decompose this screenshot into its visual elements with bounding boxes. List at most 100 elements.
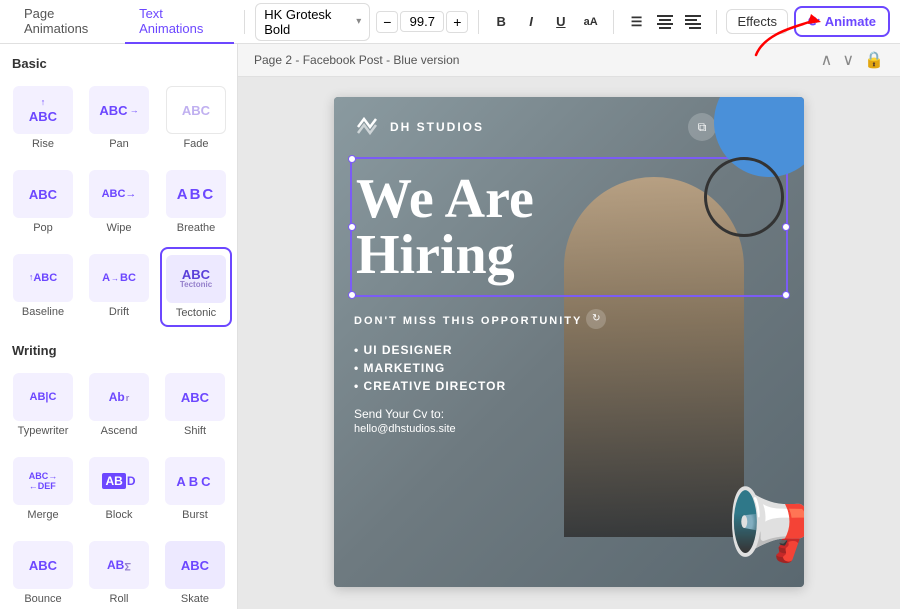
- writing-animations-grid: AB|C Typewriter Abr Ascend ABC Shift: [8, 366, 229, 609]
- ascend-preview: Abr: [89, 373, 149, 421]
- animation-roll[interactable]: ABΣ Roll: [84, 534, 154, 609]
- email-address: hello@dhstudios.site: [354, 423, 784, 435]
- animation-rise[interactable]: ↑ ABC Rise: [8, 79, 78, 157]
- page-nav-controls: ∧ ∨ 🔒: [821, 50, 884, 70]
- left-panel: Basic ↑ ABC Rise ABC→ Pan: [0, 44, 238, 609]
- deco-circle-outline: [704, 157, 784, 237]
- align-center-icon: [657, 15, 673, 29]
- drift-preview: A→BC: [89, 254, 149, 302]
- divider-4: [716, 10, 717, 34]
- canvas-area: Page 2 - Facebook Post - Blue version ∧ …: [238, 44, 900, 609]
- font-name-label: HK Grotesk Bold: [264, 7, 352, 37]
- font-size-increase[interactable]: +: [446, 11, 468, 33]
- animate-button[interactable]: ⟳ Animate: [794, 6, 890, 37]
- writing-section-label: Writing: [8, 343, 229, 358]
- rise-preview: ↑ ABC: [13, 86, 73, 134]
- burst-preview: ABC: [165, 457, 225, 505]
- roll-label: Roll: [110, 593, 129, 605]
- main-layout: Basic ↑ ABC Rise ABC→ Pan: [0, 44, 900, 609]
- alignment-group: ☰: [624, 9, 706, 35]
- positions-list: UI DESIGNER MARKETING CREATIVE DIRECTOR: [354, 343, 784, 393]
- position-item-1: UI DESIGNER: [354, 343, 784, 357]
- wipe-preview: ABC→: [89, 170, 149, 218]
- handle-top-left[interactable]: [348, 155, 356, 163]
- position-item-2: MARKETING: [354, 361, 784, 375]
- baseline-preview: ↑ ABC: [13, 254, 73, 302]
- animation-wipe[interactable]: ABC→ Wipe: [84, 163, 154, 241]
- divider-1: [244, 10, 245, 34]
- font-size-decrease[interactable]: −: [376, 11, 398, 33]
- font-size-input[interactable]: [400, 11, 444, 32]
- headline-line1: We Are: [356, 168, 534, 230]
- animation-pop[interactable]: ABC Pop: [8, 163, 78, 241]
- animation-baseline[interactable]: ↑ ABC Baseline: [8, 247, 78, 327]
- bold-button[interactable]: B: [489, 9, 513, 35]
- strikethrough-button[interactable]: aA: [579, 9, 603, 35]
- merge-label: Merge: [27, 509, 58, 521]
- tab-group: Page Animations Text Animations: [10, 0, 234, 44]
- megaphone-icon: 📢: [727, 485, 804, 567]
- fade-label: Fade: [183, 138, 208, 150]
- fade-preview: ABC: [166, 86, 226, 134]
- burst-label: Burst: [182, 509, 208, 521]
- tab-page-animations[interactable]: Page Animations: [10, 0, 125, 44]
- chevron-up-icon[interactable]: ∧: [821, 50, 833, 70]
- baseline-label: Baseline: [22, 306, 64, 318]
- handle-bottom-left[interactable]: [348, 291, 356, 299]
- wipe-label: Wipe: [106, 222, 131, 234]
- handle-bottom-right[interactable]: [782, 291, 790, 299]
- handle-mid-right[interactable]: [782, 223, 790, 231]
- animation-bounce[interactable]: ABC Bounce: [8, 534, 78, 609]
- page-label: Page 2 - Facebook Post - Blue version: [254, 53, 459, 67]
- handle-mid-left[interactable]: [348, 223, 356, 231]
- lock-icon[interactable]: 🔒: [864, 50, 884, 70]
- animation-block[interactable]: ABD Block: [84, 450, 154, 528]
- animation-fade[interactable]: ABC Fade: [160, 79, 232, 157]
- pop-preview: ABC: [13, 170, 73, 218]
- pan-label: Pan: [109, 138, 129, 150]
- typewriter-label: Typewriter: [18, 425, 69, 437]
- tectonic-preview: ABC Tectonic: [166, 255, 226, 303]
- italic-button[interactable]: I: [519, 9, 543, 35]
- page-label-bar: Page 2 - Facebook Post - Blue version ∧ …: [238, 44, 900, 77]
- subheadline: DON'T MISS THIS OPPORTUNITY: [354, 315, 582, 327]
- animation-tectonic[interactable]: ABC Tectonic Tectonic: [160, 247, 232, 327]
- position-item-3: CREATIVE DIRECTOR: [354, 379, 784, 393]
- tab-text-animations[interactable]: Text Animations: [125, 0, 234, 44]
- animate-icon: ⟳: [808, 13, 820, 30]
- animation-breathe[interactable]: ABC Breathe: [160, 163, 232, 241]
- divider-2: [478, 10, 479, 34]
- align-center-button[interactable]: [652, 9, 678, 35]
- align-right-button[interactable]: [680, 9, 706, 35]
- send-cv-label: Send Your Cv to:: [354, 407, 784, 421]
- shift-label: Shift: [184, 425, 206, 437]
- tectonic-label: Tectonic: [176, 307, 216, 319]
- animation-typewriter[interactable]: AB|C Typewriter: [8, 366, 78, 444]
- block-label: Block: [106, 509, 133, 521]
- chevron-down-icon[interactable]: ∨: [842, 50, 854, 70]
- pan-preview: ABC→: [89, 86, 149, 134]
- bounce-label: Bounce: [24, 593, 61, 605]
- font-select-chevron: ▾: [356, 16, 361, 27]
- animation-skate[interactable]: ABC Skate: [160, 534, 230, 609]
- block-preview: ABD: [89, 457, 149, 505]
- animation-merge[interactable]: ABC→←DEF Merge: [8, 450, 78, 528]
- animation-ascend[interactable]: Abr Ascend: [84, 366, 154, 444]
- animation-burst[interactable]: ABC Burst: [160, 450, 230, 528]
- font-family-select[interactable]: HK Grotesk Bold ▾: [255, 3, 370, 41]
- breathe-preview: ABC: [166, 170, 226, 218]
- align-left-button[interactable]: ☰: [624, 9, 650, 35]
- animation-pan[interactable]: ABC→ Pan: [84, 79, 154, 157]
- basic-animations-grid: ↑ ABC Rise ABC→ Pan ABC: [8, 79, 229, 327]
- effects-button[interactable]: Effects: [726, 9, 788, 34]
- skate-preview: ABC: [165, 541, 225, 589]
- canvas-wrapper: DH STUDIOS ⧉ 🗑 ··· We Are: [238, 77, 900, 607]
- refresh-icon[interactable]: ↻: [586, 309, 606, 329]
- copy-button[interactable]: ⧉: [688, 113, 716, 141]
- underline-button[interactable]: U: [549, 9, 573, 35]
- animation-drift[interactable]: A→BC Drift: [84, 247, 154, 327]
- drift-label: Drift: [109, 306, 129, 318]
- animation-shift[interactable]: ABC Shift: [160, 366, 230, 444]
- roll-preview: ABΣ: [89, 541, 149, 589]
- divider-3: [613, 10, 614, 34]
